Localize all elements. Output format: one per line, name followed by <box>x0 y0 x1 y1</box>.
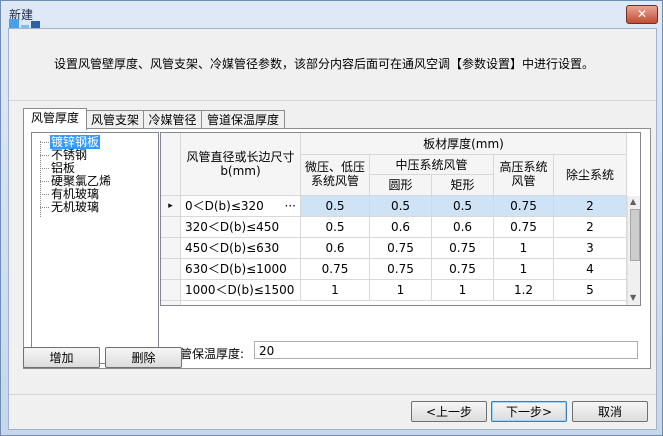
table-cell[interactable]: 1 <box>494 238 554 259</box>
row-marker: ▸ <box>161 196 181 217</box>
tab-panel: 镀锌钢板 不锈钢 铝板 硬聚氯乙烯 有机玻璃 无机玻璃 风管直径或长边尺寸b(m… <box>23 128 651 369</box>
tab-pipe-insulation[interactable]: 管道保温厚度 <box>201 110 285 129</box>
header-dust: 除尘系统 <box>554 155 627 196</box>
delete-button[interactable]: 删除 <box>105 347 182 368</box>
scroll-thumb[interactable] <box>630 209 640 261</box>
vertical-scrollbar[interactable]: ▲ ▼ <box>627 196 640 305</box>
tree-item-stainless-steel[interactable]: 不锈钢 <box>40 149 88 161</box>
header-high-pressure: 高压系统风管 <box>494 155 554 196</box>
tree-item-organic-glass[interactable]: 有机玻璃 <box>40 188 100 200</box>
tree-item-pvc[interactable]: 硬聚氯乙烯 <box>40 175 112 187</box>
close-button[interactable]: ✕ <box>626 5 658 24</box>
tab-duct-support[interactable]: 风管支架 <box>86 110 144 129</box>
range-text: 0＜D(b)≤320 <box>185 199 264 213</box>
header-rect: 矩形 <box>432 175 494 196</box>
table-cell[interactable]: 0.5 <box>370 196 432 217</box>
header-plate-thickness: 板材厚度(mm) <box>301 133 627 155</box>
table-cell[interactable]: 0.75 <box>301 259 370 280</box>
top-divider <box>9 100 656 101</box>
material-tree[interactable]: 镀锌钢板 不锈钢 铝板 硬聚氯乙烯 有机玻璃 无机玻璃 <box>31 132 159 364</box>
table-cell[interactable]: 0.5 <box>432 196 494 217</box>
table-cell[interactable]: 630＜D(b)≤1000 <box>181 259 301 280</box>
table-cell[interactable]: 0.5 <box>301 217 370 238</box>
row-header <box>161 301 181 305</box>
title-bar[interactable]: 新建 ✕ <box>1 1 662 27</box>
row-header <box>161 238 181 259</box>
table-cell[interactable]: 0.75 <box>370 259 432 280</box>
table-row-partial[interactable] <box>181 301 627 305</box>
table-cell[interactable]: 2 <box>554 196 627 217</box>
thickness-grid[interactable]: 风管直径或长边尺寸b(mm) 板材厚度(mm) 微压、低压系统风管 中压系统风管… <box>160 132 641 306</box>
table-cell[interactable]: 3 <box>554 238 627 259</box>
add-button[interactable]: 增加 <box>23 347 100 368</box>
tree-item-inorganic-glass[interactable]: 无机玻璃 <box>40 201 100 213</box>
insulation-thickness-input[interactable]: 20 <box>254 341 638 359</box>
header-low-pressure: 微压、低压系统风管 <box>301 155 370 196</box>
row-header <box>161 217 181 238</box>
description-text: 设置风管壁厚度、风管支架、冷媒管径参数，该部分内容后面可在通风空调【参数设置】中… <box>54 57 595 71</box>
table-cell[interactable]: 2 <box>554 217 627 238</box>
tab-refrigerant-pipe[interactable]: 冷媒管径 <box>143 110 202 129</box>
row-header <box>161 259 181 280</box>
table-cell[interactable]: 0.75 <box>370 238 432 259</box>
row-header <box>161 280 181 301</box>
table-cell[interactable]: 0.5 <box>301 196 370 217</box>
previous-step-button[interactable]: <上一步 <box>411 401 487 422</box>
table-cell[interactable]: 1.2 <box>494 280 554 301</box>
grid-corner <box>161 133 181 196</box>
table-cell[interactable]: 0.6 <box>370 217 432 238</box>
bottom-divider <box>9 394 656 395</box>
table-cell[interactable]: 0.75 <box>432 259 494 280</box>
table-cell[interactable]: 4 <box>554 259 627 280</box>
header-round: 圆形 <box>370 175 432 196</box>
close-icon: ✕ <box>636 7 648 21</box>
dialog-client-area: 设置风管壁厚度、风管支架、冷媒管径参数，该部分内容后面可在通风空调【参数设置】中… <box>8 28 657 430</box>
tab-duct-thickness[interactable]: 风管厚度 <box>23 108 87 130</box>
tree-item-galvanized-steel[interactable]: 镀锌钢板 <box>40 135 101 149</box>
cancel-button[interactable]: 取消 <box>572 401 648 422</box>
table-row-range[interactable]: 0＜D(b)≤320 ··· <box>181 196 301 217</box>
table-cell[interactable]: 1 <box>432 280 494 301</box>
table-cell[interactable]: 0.75 <box>432 238 494 259</box>
table-cell[interactable]: 1 <box>301 280 370 301</box>
table-cell[interactable]: 5 <box>554 280 627 301</box>
table-cell[interactable]: 1000＜D(b)≤1500 <box>181 280 301 301</box>
table-cell[interactable]: 0.75 <box>494 196 554 217</box>
scroll-up-icon[interactable]: ▲ <box>630 197 636 206</box>
scroll-down-icon[interactable]: ▼ <box>630 293 636 302</box>
tree-item-aluminum[interactable]: 铝板 <box>40 162 76 174</box>
table-cell[interactable]: 1 <box>494 259 554 280</box>
table-cell[interactable]: 1 <box>370 280 432 301</box>
ellipsis-button[interactable]: ··· <box>285 196 296 217</box>
table-cell[interactable]: 0.6 <box>301 238 370 259</box>
dialog-window: 新建 ✕ 设置风管壁厚度、风管支架、冷媒管径参数，该部分内容后面可在通风空调【参… <box>0 0 663 436</box>
header-mid-pressure: 中压系统风管 <box>370 155 494 175</box>
table-cell[interactable]: 0.75 <box>494 217 554 238</box>
table-cell[interactable]: 320＜D(b)≤450 <box>181 217 301 238</box>
header-diameter: 风管直径或长边尺寸b(mm) <box>181 133 301 196</box>
table-cell[interactable]: 450＜D(b)≤630 <box>181 238 301 259</box>
table-cell[interactable]: 0.6 <box>432 217 494 238</box>
next-step-button[interactable]: 下一步> <box>491 401 567 422</box>
